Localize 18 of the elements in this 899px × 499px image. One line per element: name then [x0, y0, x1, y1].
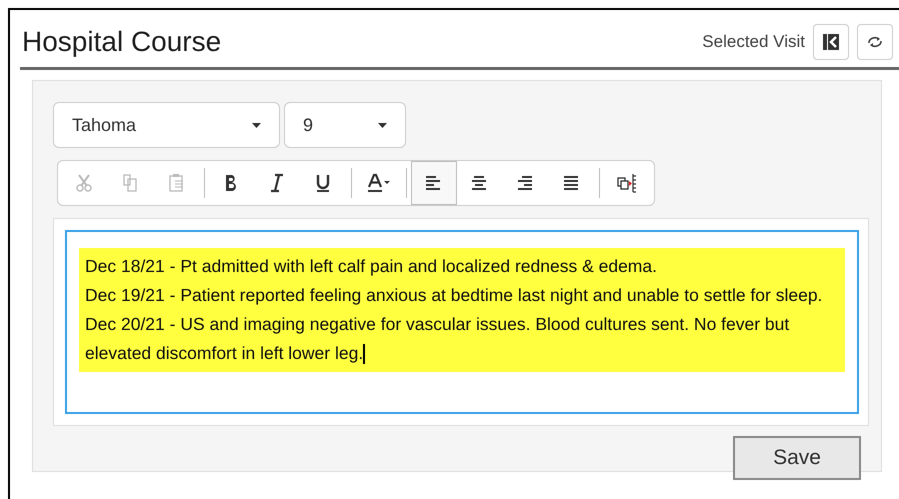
note-paragraph: Dec 18/21 - Pt admitted with left calf pain and localized redness & edema.	[85, 255, 658, 278]
selected-visit-label: Selected Visit	[702, 30, 805, 53]
insert-field-icon	[617, 173, 637, 193]
save-button[interactable]: Save	[733, 436, 861, 480]
skip-first-icon	[822, 32, 840, 50]
first-visit-button[interactable]	[813, 24, 849, 60]
font-size-dropdown[interactable]: 9	[284, 102, 406, 148]
caret-icon	[252, 122, 261, 128]
align-left-button[interactable]	[411, 161, 457, 205]
refresh-button[interactable]	[857, 24, 893, 60]
panel-title: Hospital Course	[22, 24, 222, 59]
font-color-icon	[367, 173, 391, 193]
caret-icon	[378, 122, 387, 128]
note-paragraph: Dec 20/21 - US and imaging negative for vascular issues. Blood cultures sent. No fever but elevated discomfort in left lower leg.	[85, 313, 790, 366]
refresh-icon	[867, 36, 883, 48]
note-paragraph: Dec 19/21 - Patient reported feeling anxious at bedtime last night and unable to settle for sleep.	[85, 284, 824, 307]
text-cursor	[363, 344, 366, 364]
font-family-dropdown[interactable]: Tahoma	[53, 102, 280, 148]
